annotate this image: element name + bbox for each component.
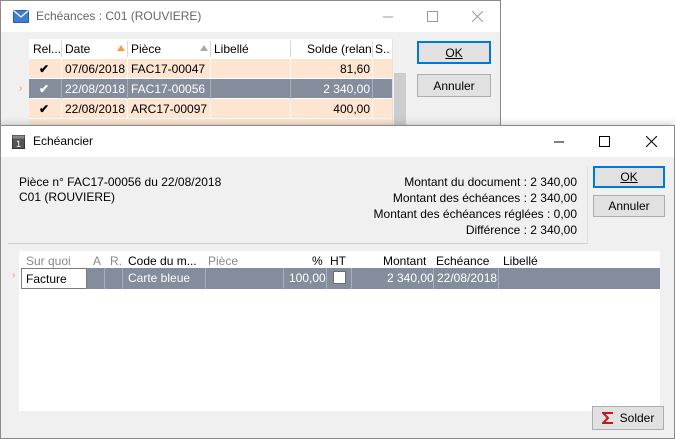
minimize-icon [554,141,564,142]
close-button[interactable] [454,1,500,32]
sigma-icon [601,412,613,424]
col-header-piece[interactable]: Pièce [131,42,161,56]
row-date: 22/08/2018 [65,82,126,96]
col-header-pct[interactable]: % [312,254,323,268]
row-solde: 81,60 [339,62,370,76]
montant-echeances: Montant des échéances : 2 340,00 [392,191,577,205]
row-solde: 2 340,00 [323,82,370,96]
minimize-button[interactable] [536,126,582,157]
col-header-montant[interactable]: Montant [383,254,426,268]
maximize-button[interactable] [581,126,627,157]
col-header-code[interactable]: Code du m... [128,254,204,268]
table-row-selected[interactable]: Facture Carte bleue 100,00 2 340,00 22/0… [21,268,660,289]
echeances-grid-header: Rel... Date Pièce Libellé Solde (relan S… [29,39,405,59]
row-piece: FAC17-00056 [131,82,206,96]
col-header-ht[interactable]: HT [330,254,346,268]
solder-label: Solder [619,411,655,425]
piece-line: Pièce n° FAC17-00056 du 22/08/2018 [19,175,222,189]
calendar-icon: 1 [12,135,25,149]
col-header-piece[interactable]: Pièce [208,254,238,268]
echeances-window: Echéances : C01 (ROUVIERE) Rel... Date P… [0,0,501,131]
montant-document: Montant du document : 2 340,00 [404,175,577,189]
table-row-selected[interactable]: ✔ 22/08/2018 FAC17-00056 2 340,00 [29,79,392,99]
echeancier-title: Echéancier [33,134,94,148]
client-line: C01 (ROUVIERE) [19,190,116,204]
svg-text:1: 1 [16,139,21,149]
col-header-date[interactable]: Date [65,42,90,56]
scrollbar-thumb[interactable] [394,73,406,131]
sort-icon [200,45,208,51]
row-montant: 2 340,00 [387,271,434,285]
echeances-scrollbar[interactable] [392,39,406,131]
ht-checkbox[interactable] [333,271,346,284]
close-icon [471,11,483,22]
row-date: 22/08/2018 [65,102,126,116]
row-pct: 100,00 [289,271,326,285]
row-code: Carte bleue [128,271,191,285]
cancel-label: Annuler [608,199,650,213]
sur-quoi-field[interactable]: Facture [21,268,87,289]
echeances-titlebar: Echéances : C01 (ROUVIERE) [1,1,500,32]
echeances-title: Echéances : C01 (ROUVIERE) [36,9,202,23]
row-piece: FAC17-00047 [131,62,206,76]
col-header-relance[interactable]: Rel... [33,42,61,56]
maximize-icon [426,11,438,22]
montant-reglees: Montant des échéances réglées : 0,00 [373,207,577,221]
cancel-label: Annuler [433,78,475,93]
difference: Différence : 2 340,00 [465,223,577,237]
close-button[interactable] [628,126,674,157]
current-row-arrow-icon: › [19,83,23,94]
ok-label: OK [620,170,638,184]
col-header-s[interactable]: S... [375,42,389,56]
row-piece: ARC17-00097 [131,102,208,116]
row-solde: 400,00 [333,102,370,116]
current-row-arrow-icon: › [12,270,16,281]
maximize-button[interactable] [409,1,455,32]
maximize-icon [598,136,610,147]
check-icon[interactable]: ✔ [39,82,49,96]
document-info-panel: Pièce n° FAC17-00056 du 22/08/2018 C01 (… [8,166,588,244]
check-icon[interactable]: ✔ [39,62,49,76]
echeancier-titlebar: 1 Echéancier [1,126,674,157]
check-icon[interactable]: ✔ [39,102,49,116]
col-header-sur-quoi[interactable]: Sur quoi [26,254,71,268]
table-row[interactable]: ✔ 22/08/2018 ARC17-00097 400,00 [29,99,392,119]
cancel-button[interactable]: Annuler [417,74,491,97]
row-echeance: 22/08/2018 [437,271,498,285]
solder-button[interactable]: Solder [592,406,664,430]
echeancier-grid[interactable]: Sur quoi A R. Code du m... Pièce % HT Mo… [19,251,660,411]
ok-button[interactable]: OK [593,166,665,188]
sort-asc-icon [117,45,125,51]
col-header-solde[interactable]: Solde (relan [307,42,371,56]
col-header-r[interactable]: R. [110,254,122,268]
col-header-libelle[interactable]: Libellé [503,254,538,268]
row-date: 07/06/2018 [65,62,126,76]
minimize-button[interactable] [365,1,411,32]
col-header-echeance[interactable]: Echéance [436,254,489,268]
col-header-libelle[interactable]: Libellé [214,42,249,56]
close-icon [645,136,657,147]
col-header-a[interactable]: A [93,254,101,268]
cancel-button[interactable]: Annuler [593,195,665,217]
echeances-grid[interactable]: Rel... Date Pièce Libellé Solde (relan S… [29,39,405,131]
ok-label: OK [445,45,463,60]
minimize-icon [383,16,393,17]
ok-button[interactable]: OK [417,41,491,64]
table-row[interactable]: ✔ 07/06/2018 FAC17-00047 81,60 [29,59,392,79]
echeancier-window: 1 Echéancier Pièce n° FAC17-00056 du 22/… [0,125,675,439]
envelope-icon [13,10,29,23]
